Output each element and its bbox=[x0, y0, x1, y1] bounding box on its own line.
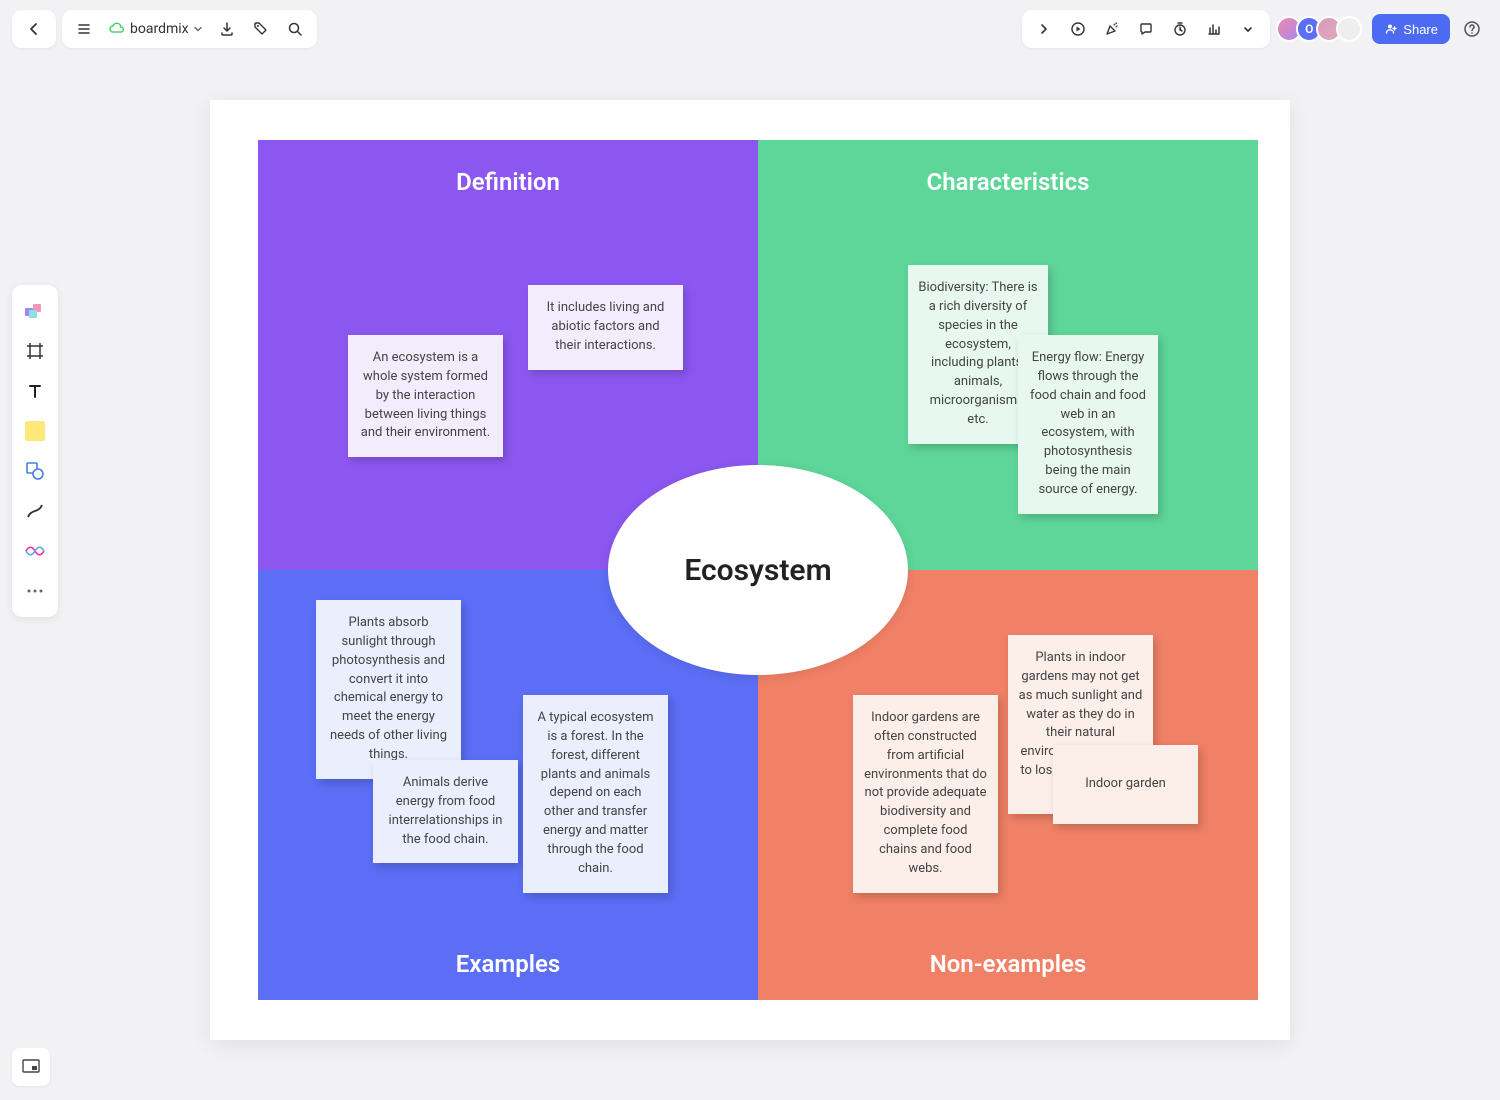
more-tools-button[interactable] bbox=[1232, 13, 1264, 45]
sticky-note[interactable]: An ecosystem is a whole system formed by… bbox=[348, 335, 503, 457]
sticky-note[interactable]: Plants absorb sunlight through photosynt… bbox=[316, 600, 461, 779]
canvas[interactable]: Definition An ecosystem is a whole syste… bbox=[210, 100, 1290, 1040]
person-plus-icon bbox=[1384, 22, 1398, 36]
sticky-note[interactable]: Indoor gardens are often constructed fro… bbox=[853, 695, 998, 893]
tag-button[interactable] bbox=[245, 13, 277, 45]
tool-palette bbox=[12, 285, 58, 617]
more-tools[interactable] bbox=[17, 573, 53, 609]
celebrate-button[interactable] bbox=[1096, 13, 1128, 45]
frayer-model-grid: Definition An ecosystem is a whole syste… bbox=[258, 140, 1258, 1000]
search-button[interactable] bbox=[279, 13, 311, 45]
document-name: boardmix bbox=[130, 21, 189, 37]
cloud-sync-icon bbox=[108, 20, 126, 38]
center-label: Ecosystem bbox=[684, 553, 831, 588]
sticky-note[interactable]: Energy flow: Energy flows through the fo… bbox=[1018, 335, 1158, 514]
menu-button[interactable] bbox=[68, 13, 100, 45]
download-button[interactable] bbox=[211, 13, 243, 45]
chevron-down-icon bbox=[193, 24, 203, 34]
sticky-note[interactable]: It includes living and abiotic factors a… bbox=[528, 285, 683, 370]
quadrant-title: Non-examples bbox=[758, 950, 1258, 978]
collaborator-avatars[interactable]: O bbox=[1276, 16, 1362, 42]
quadrant-title: Examples bbox=[258, 950, 758, 978]
shape-tool[interactable] bbox=[17, 453, 53, 489]
mindmap-tool[interactable] bbox=[17, 533, 53, 569]
quadrant-title: Definition bbox=[278, 168, 738, 196]
document-title-group[interactable]: boardmix bbox=[102, 20, 209, 38]
sticky-note[interactable]: Indoor garden bbox=[1053, 745, 1198, 824]
minimap-button[interactable] bbox=[12, 1048, 50, 1086]
frame-tool[interactable] bbox=[17, 333, 53, 369]
connector-tool[interactable] bbox=[17, 493, 53, 529]
text-tool[interactable] bbox=[17, 373, 53, 409]
chevron-right-button[interactable] bbox=[1028, 13, 1060, 45]
help-button[interactable] bbox=[1456, 13, 1488, 45]
center-concept[interactable]: Ecosystem bbox=[608, 465, 908, 675]
sticky-note[interactable]: Animals derive energy from food interrel… bbox=[373, 760, 518, 863]
timer-button[interactable] bbox=[1164, 13, 1196, 45]
template-tool[interactable] bbox=[17, 293, 53, 329]
sticky-note[interactable]: A typical ecosystem is a forest. In the … bbox=[523, 695, 668, 893]
comment-button[interactable] bbox=[1130, 13, 1162, 45]
chart-button[interactable] bbox=[1198, 13, 1230, 45]
back-button[interactable] bbox=[18, 13, 50, 45]
share-button[interactable]: Share bbox=[1372, 14, 1450, 44]
quadrant-title: Characteristics bbox=[778, 168, 1238, 196]
sticky-note-tool[interactable] bbox=[17, 413, 53, 449]
avatar[interactable] bbox=[1336, 16, 1362, 42]
present-button[interactable] bbox=[1062, 13, 1094, 45]
share-label: Share bbox=[1403, 22, 1438, 37]
